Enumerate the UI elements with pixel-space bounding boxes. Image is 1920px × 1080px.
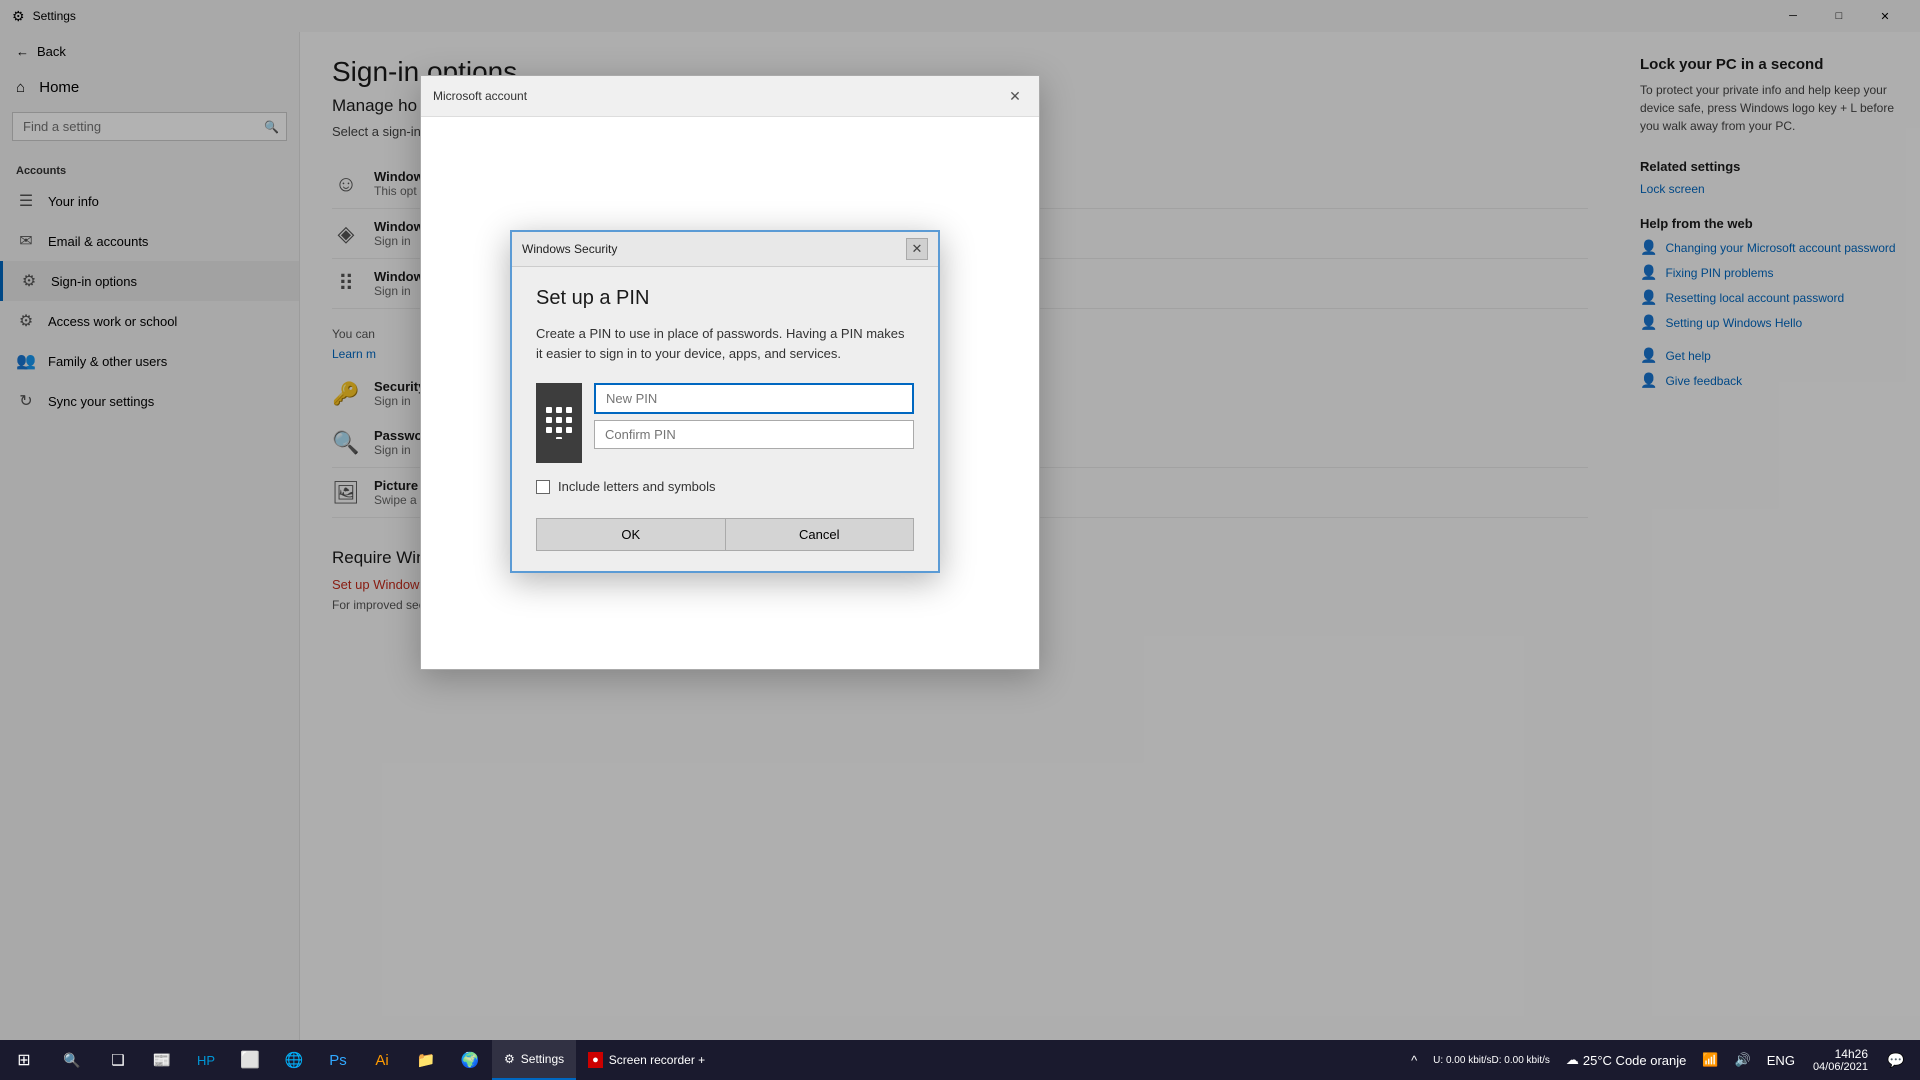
- pin-dialog-titlebar: Windows Security ✕: [512, 232, 938, 267]
- keypad-svg: [546, 407, 572, 439]
- ms-dialog-title: Microsoft account: [433, 89, 1003, 103]
- new-pin-input[interactable]: [594, 383, 914, 414]
- chrome-app-button[interactable]: 🌍: [448, 1040, 492, 1080]
- illustrator-app-button[interactable]: Ai: [360, 1040, 404, 1080]
- pin-fields: [594, 383, 914, 449]
- keypad-icon: [536, 383, 582, 463]
- settings-app-label: Settings: [521, 1052, 564, 1066]
- include-letters-checkbox[interactable]: [536, 480, 550, 494]
- system-tray-expand[interactable]: ^: [1405, 1040, 1423, 1080]
- weather-icon: ☁: [1566, 1052, 1579, 1068]
- file-explorer-button[interactable]: 📁: [404, 1040, 448, 1080]
- volume-icon[interactable]: 🔊: [1729, 1040, 1757, 1080]
- pin-dialog-body: Set up a PIN Create a PIN to use in plac…: [512, 267, 938, 571]
- notification-center-button[interactable]: 💬: [1880, 1040, 1912, 1080]
- network-stats: U: 0.00 kbit/s D: 0.00 kbit/s: [1427, 1040, 1556, 1080]
- pin-setup-desc: Create a PIN to use in place of password…: [536, 324, 914, 363]
- pin-ok-button[interactable]: OK: [536, 518, 725, 551]
- confirm-pin-input[interactable]: [594, 420, 914, 449]
- clock-date: 04/06/2021: [1813, 1061, 1868, 1073]
- include-letters-checkbox-row: Include letters and symbols: [536, 479, 914, 494]
- network-icon[interactable]: 📶: [1696, 1040, 1724, 1080]
- weather-widget[interactable]: ☁ 25°C Code oranje: [1560, 1040, 1693, 1080]
- ms-dialog-close-button[interactable]: ✕: [1003, 84, 1027, 108]
- start-button[interactable]: ⊞: [0, 1040, 48, 1080]
- download-stat: D: 0.00 kbit/s: [1492, 1054, 1550, 1067]
- taskbar-right-area: ^ U: 0.00 kbit/s D: 0.00 kbit/s ☁ 25°C C…: [1405, 1040, 1920, 1080]
- pin-dialog-buttons: OK Cancel: [536, 518, 914, 551]
- taskbar-search-button[interactable]: 🔍: [48, 1040, 96, 1080]
- pin-setup-title: Set up a PIN: [536, 287, 914, 310]
- task-view-button[interactable]: ❑: [96, 1040, 140, 1080]
- photoshop-app-button[interactable]: Ps: [316, 1040, 360, 1080]
- weather-text: 25°C Code oranje: [1583, 1053, 1687, 1068]
- edge-app-button[interactable]: 🌐: [272, 1040, 316, 1080]
- filezilla-app-button[interactable]: ⬜: [228, 1040, 272, 1080]
- taskbar: ⊞ 🔍 ❑ 📰 HP ⬜ 🌐 Ps Ai 📁 🌍 ⚙ Settings ● Sc…: [0, 1040, 1920, 1080]
- pin-dialog-title: Windows Security: [522, 242, 906, 256]
- clock[interactable]: 14h26 04/06/2021: [1805, 1040, 1876, 1080]
- screen-recorder-icon: ●: [588, 1052, 603, 1068]
- hp-icon[interactable]: HP: [184, 1040, 228, 1080]
- windows-security-dialog: Windows Security ✕ Set up a PIN Create a…: [510, 230, 940, 573]
- language-selector[interactable]: ENG: [1761, 1040, 1801, 1080]
- news-widget-button[interactable]: 📰: [140, 1040, 184, 1080]
- pin-cancel-button[interactable]: Cancel: [725, 518, 915, 551]
- clock-time: 14h26: [1835, 1047, 1868, 1061]
- ms-dialog-titlebar: Microsoft account ✕: [421, 76, 1039, 117]
- include-letters-label: Include letters and symbols: [558, 479, 716, 494]
- screen-recorder-taskbar-app[interactable]: ● Screen recorder +: [576, 1040, 717, 1080]
- screen-recorder-label: Screen recorder +: [609, 1053, 705, 1067]
- pin-dialog-close-button[interactable]: ✕: [906, 238, 928, 260]
- pin-input-area: [536, 383, 914, 463]
- settings-app-icon: ⚙: [504, 1052, 515, 1066]
- settings-taskbar-app[interactable]: ⚙ Settings: [492, 1040, 576, 1080]
- upload-stat: U: 0.00 kbit/s: [1433, 1054, 1491, 1067]
